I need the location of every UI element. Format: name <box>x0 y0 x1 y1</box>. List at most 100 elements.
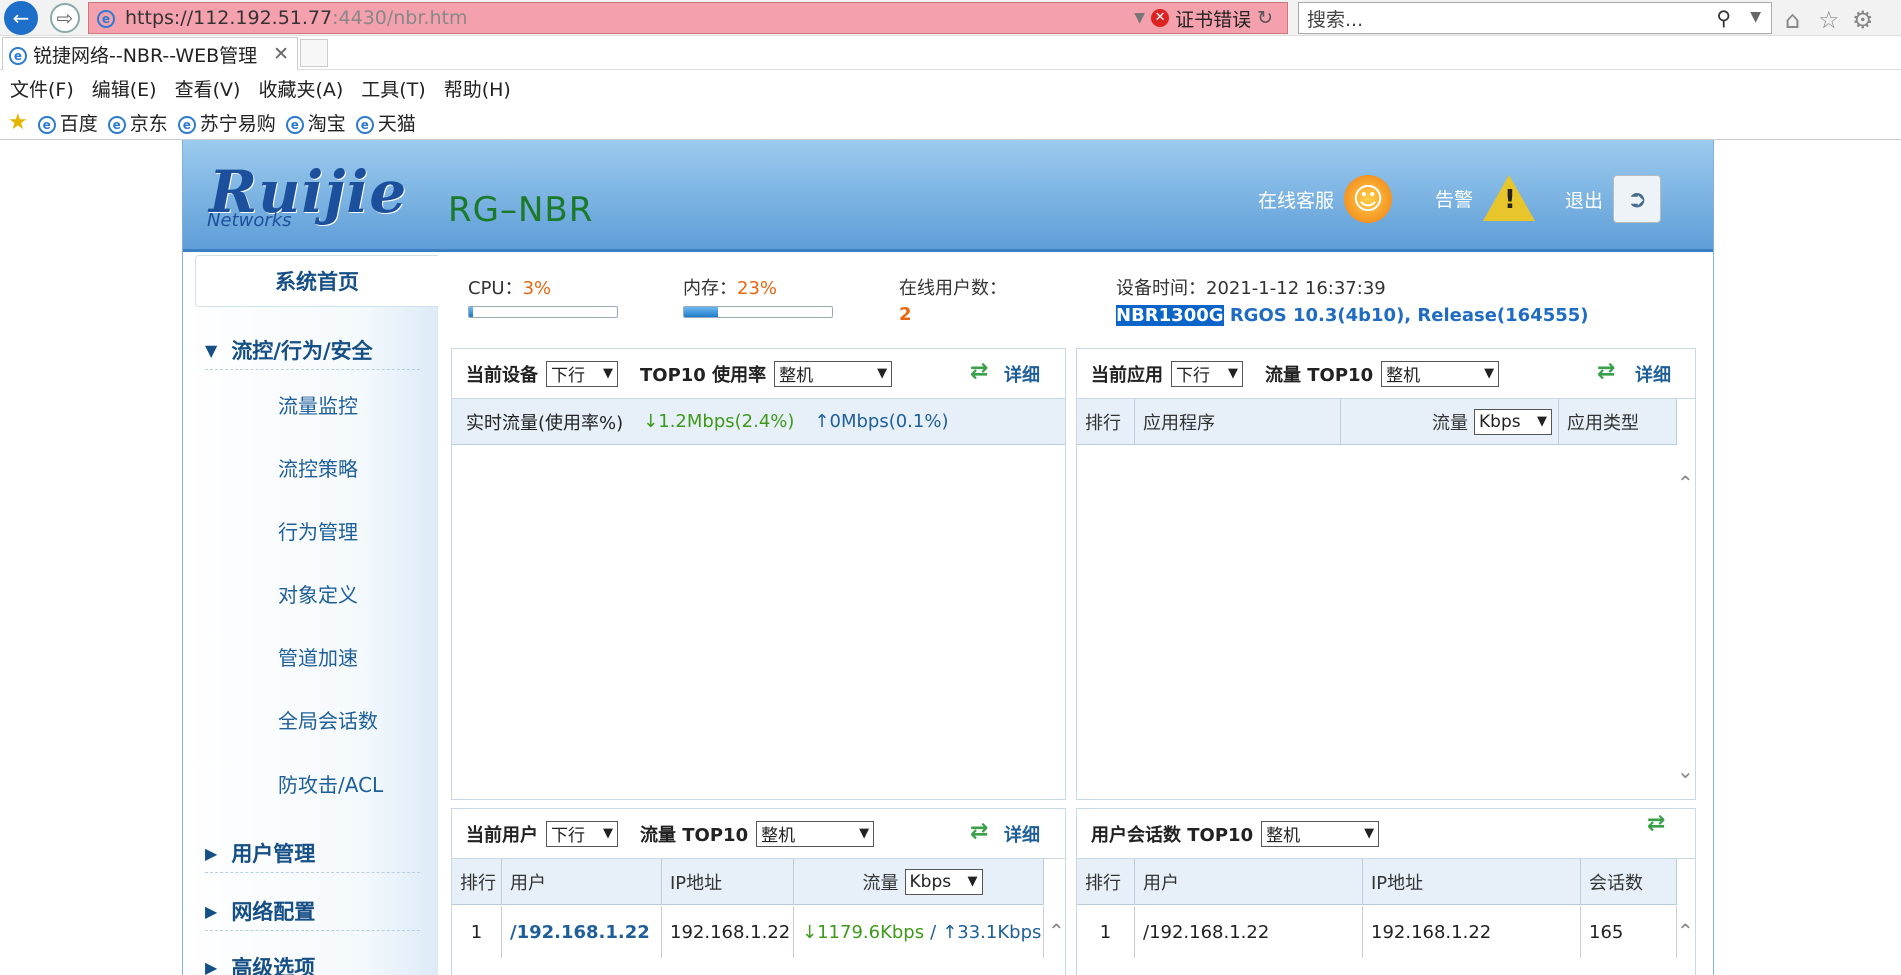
scroll-up-icon[interactable]: ⌃ <box>1048 919 1065 943</box>
sidebar-item-pipe-accel[interactable]: 管道加速 <box>278 642 358 671</box>
col-app: 应用程序 <box>1135 399 1341 444</box>
scroll-up-icon[interactable]: ⌃ <box>1677 919 1694 943</box>
session-scope-value: 整机 <box>1266 826 1301 846</box>
ie-icon: e <box>285 115 304 134</box>
user-unit-select[interactable]: Kbps ▼ <box>904 868 983 895</box>
sidebar-group-advanced[interactable]: ▶ 高级选项 <box>205 952 315 975</box>
new-tab-button[interactable] <box>300 39 328 67</box>
chevron-down-icon: ▼ <box>1537 414 1547 429</box>
url-host: https://112.192.51.77 <box>125 7 333 29</box>
sidebar-item-traffic-monitor[interactable]: 流量监控 <box>278 390 358 419</box>
sidebar-group-user[interactable]: ▶ 用户管理 <box>205 838 315 868</box>
sidebar-group-network-label: 网络配置 <box>231 900 316 924</box>
user-scope-select[interactable]: 整机 ▼ <box>756 820 875 847</box>
fav-tmall[interactable]: e 天猫 <box>355 109 416 136</box>
device-scope-value: 整机 <box>779 366 814 386</box>
app-direction-select[interactable]: 下行 ▼ <box>1171 360 1243 387</box>
warning-icon: ! <box>1483 175 1536 221</box>
fav-suning[interactable]: e 苏宁易购 <box>177 109 276 136</box>
realtime-down: ↓1.2Mbps(2.4%) <box>643 411 795 432</box>
realtime-up: ↑0Mbps(0.1%) <box>814 411 949 432</box>
menu-favorites[interactable]: 收藏夹(A) <box>258 75 343 102</box>
menu-tools[interactable]: 工具(T) <box>361 75 425 102</box>
triangle-right-icon: ▶ <box>205 957 218 975</box>
sidebar: 系统首页 ▼ 流控/行为/安全 流量监控 流控策略 行为管理 对象定义 管道加速… <box>183 255 438 975</box>
forward-button[interactable]: ⇨ <box>50 3 80 33</box>
app-detail-link[interactable]: 详细 <box>1635 361 1671 387</box>
row-user-link[interactable]: /192.168.1.22 <box>502 906 662 958</box>
header-banner: Ruijie Networks RG–NBR 在线客服 ☺ 告警 ! 退出 ➲ <box>183 140 1713 252</box>
memory-stat: 内存：23% <box>683 274 777 300</box>
favorites-star-icon[interactable]: ★ <box>8 110 28 135</box>
refresh-icon[interactable]: ⇄ <box>1597 359 1615 384</box>
search-icon[interactable]: ⚲ <box>1716 6 1731 30</box>
dropdown-arrow-icon[interactable]: ▼ <box>1134 10 1145 26</box>
user-direction-value: 下行 <box>551 826 585 846</box>
menu-view[interactable]: 查看(V) <box>175 75 241 102</box>
cert-error-indicator[interactable]: ▼ ✕ 证书错误 ↻ <box>1134 5 1273 32</box>
menu-help[interactable]: 帮助(H) <box>444 75 511 102</box>
device-info: NBR1300G RGOS 10.3(4b10), Release(164555… <box>1116 305 1589 326</box>
fav-suning-label: 苏宁易购 <box>199 113 276 135</box>
app-scope-select[interactable]: 整机 ▼ <box>1381 360 1500 387</box>
scroll-down-icon[interactable]: ⌄ <box>1677 759 1694 783</box>
gear-icon[interactable]: ⚙ <box>1852 6 1874 34</box>
fav-taobao[interactable]: e 淘宝 <box>285 109 346 136</box>
sidebar-item-flow-policy[interactable]: 流控策略 <box>278 453 358 482</box>
favorites-star-icon[interactable]: ☆ <box>1818 6 1840 34</box>
session-scope-select[interactable]: 整机 ▼ <box>1261 820 1380 847</box>
sidebar-group-network[interactable]: ▶ 网络配置 <box>205 896 315 926</box>
row-rank: 1 <box>1077 906 1135 958</box>
user-scope-value: 整机 <box>761 826 796 846</box>
sidebar-item-home[interactable]: 系统首页 <box>195 255 438 307</box>
fav-baidu[interactable]: e 百度 <box>37 109 98 136</box>
user-detail-link[interactable]: 详细 <box>1004 821 1040 847</box>
panel-user: 当前用户 下行 ▼ 流量 TOP10 整机 ▼ ⇄ 详细 排行 用户 IP地址 流量… <box>451 808 1066 975</box>
sidebar-item-sessions[interactable]: 全局会话数 <box>278 705 378 734</box>
refresh-icon[interactable]: ⇄ <box>970 359 988 384</box>
device-detail-link[interactable]: 详细 <box>1004 361 1040 387</box>
fav-jd[interactable]: e 京东 <box>107 109 168 136</box>
online-service-button[interactable]: 在线客服 ☺ <box>1258 175 1393 223</box>
app-direction-value: 下行 <box>1176 366 1210 386</box>
home-icon[interactable]: ⌂ <box>1785 6 1800 34</box>
sidebar-item-acl[interactable]: 防攻击/ACL <box>278 769 383 798</box>
device-direction-value: 下行 <box>551 366 585 386</box>
tab-title: 锐捷网络--NBR--WEB管理 <box>33 44 258 67</box>
triangle-down-icon: ▼ <box>205 340 218 360</box>
menu-file[interactable]: 文件(F) <box>10 75 74 102</box>
scroll-up-icon[interactable]: ⌃ <box>1677 471 1694 495</box>
fav-tmall-label: 天猫 <box>377 113 416 135</box>
ie-icon: e <box>177 115 196 134</box>
col-ip: IP地址 <box>1363 859 1581 904</box>
device-direction-select[interactable]: 下行 ▼ <box>546 360 618 387</box>
col-ip: IP地址 <box>662 859 794 904</box>
user-direction-select[interactable]: 下行 ▼ <box>546 820 618 847</box>
alarm-button[interactable]: 告警 ! <box>1435 175 1536 221</box>
row-ip: 192.168.1.22 <box>1363 906 1581 958</box>
logout-button[interactable]: 退出 ➲ <box>1565 175 1662 223</box>
col-count: 会话数 <box>1581 859 1677 904</box>
col-flow: 流量 Kbps ▼ <box>794 859 1044 904</box>
search-dropdown-icon[interactable]: ▼ <box>1750 9 1761 25</box>
table-row: 1 /192.168.1.22 192.168.1.22 165 <box>1077 906 1677 958</box>
back-button[interactable]: ← <box>4 1 38 35</box>
menu-edit[interactable]: 编辑(E) <box>92 75 157 102</box>
menu-bar: 文件(F) 编辑(E) 查看(V) 收藏夹(A) 工具(T) 帮助(H) <box>0 71 1901 105</box>
search-input[interactable]: 搜索... ⚲ ▼ <box>1298 2 1772 34</box>
close-tab-icon[interactable]: ✕ <box>273 43 289 65</box>
browser-chrome: ← ⇨ e https://112.192.51.77:4430/nbr.htm… <box>0 0 1901 140</box>
smiley-icon: ☺ <box>1344 175 1393 223</box>
app-unit-select[interactable]: Kbps ▼ <box>1474 408 1552 435</box>
panel-session-title: 用户会话数 TOP10 <box>1091 824 1254 846</box>
sidebar-group-flow[interactable]: ▼ 流控/行为/安全 <box>205 335 373 365</box>
refresh-icon[interactable]: ⇄ <box>970 819 988 844</box>
sidebar-item-object[interactable]: 对象定义 <box>278 579 358 608</box>
sidebar-item-behavior[interactable]: 行为管理 <box>278 516 358 545</box>
chevron-down-icon: ▼ <box>603 366 613 381</box>
device-scope-select[interactable]: 整机 ▼ <box>774 360 893 387</box>
address-field[interactable]: e https://112.192.51.77:4430/nbr.htm ▼ ✕… <box>88 2 1288 34</box>
tab-active[interactable]: e 锐捷网络--NBR--WEB管理 ✕ <box>2 37 298 70</box>
refresh-icon[interactable]: ↻ <box>1257 7 1273 29</box>
refresh-icon[interactable]: ⇄ <box>1647 811 1665 836</box>
